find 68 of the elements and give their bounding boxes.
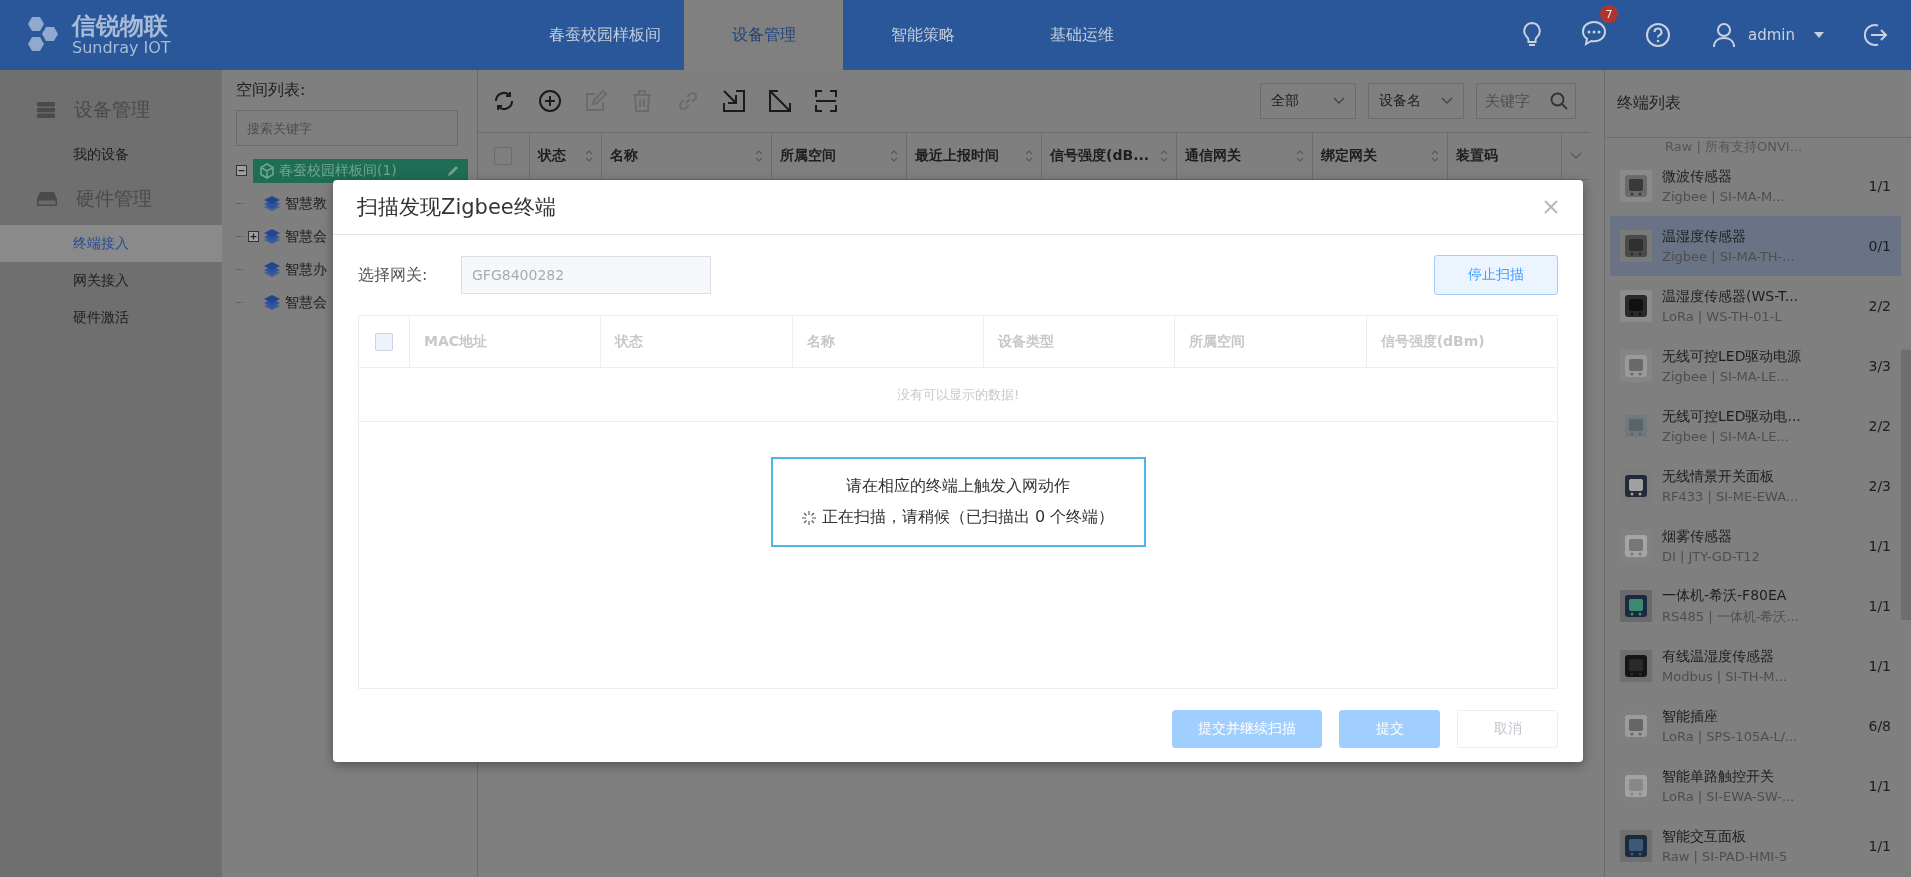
export-icon[interactable] — [768, 89, 792, 113]
stop-scan-button[interactable]: 停止扫描 — [1434, 255, 1558, 295]
drive-icon — [36, 190, 58, 208]
column-header[interactable]: 通信网关 — [1184, 147, 1241, 165]
scan-hint: 请在相应的终端上触发入网动作 — [846, 476, 1070, 497]
sort-icon[interactable] — [889, 150, 898, 162]
column-header[interactable]: 装置码 — [1455, 147, 1498, 165]
layers-icon — [263, 293, 281, 312]
tree-node[interactable]: 春蚕校园样板间(1) — [253, 158, 468, 183]
filter-dropdown[interactable]: 设备名 — [1368, 83, 1464, 119]
user-icon[interactable] — [1712, 21, 1736, 49]
sort-icon[interactable] — [585, 150, 594, 162]
sort-icon[interactable] — [1296, 150, 1305, 162]
server-icon — [36, 101, 56, 119]
gateway-label: 选择网关: — [358, 264, 429, 286]
refresh-icon[interactable] — [492, 89, 516, 113]
column-header[interactable]: 绑定网关 — [1321, 147, 1378, 165]
column-header[interactable]: 状态 — [538, 147, 566, 165]
chevron-down-icon — [1441, 97, 1453, 105]
message-count-badge: 7 — [1600, 5, 1618, 23]
dialog-title: 扫描发现Zigbee终端 — [357, 194, 556, 221]
sort-icon[interactable] — [1159, 150, 1168, 162]
lightbulb-icon[interactable] — [1520, 21, 1544, 49]
tree-node[interactable]: 智慧会 — [285, 227, 327, 246]
column-header[interactable]: 名称 — [610, 147, 639, 165]
edit-icon[interactable] — [446, 163, 460, 178]
sidebar-item[interactable]: 硬件激活 — [0, 299, 222, 336]
logout-icon[interactable] — [1861, 21, 1889, 49]
scan-icon[interactable] — [814, 89, 838, 113]
space-list-title: 空间列表: — [236, 80, 307, 101]
import-icon[interactable] — [722, 89, 746, 113]
column-header[interactable]: 信号强度(dB... — [1050, 147, 1150, 165]
column-header[interactable]: 最近上报时间 — [914, 147, 999, 165]
sort-icon[interactable] — [754, 150, 763, 162]
logo-name: 信锐物联 — [72, 13, 169, 40]
sort-icon[interactable] — [1430, 150, 1439, 162]
tree-node[interactable]: 智慧办 — [285, 260, 327, 279]
layers-icon — [263, 194, 281, 213]
chevron-down-icon[interactable] — [1570, 152, 1582, 160]
tree-node[interactable]: 智慧会 — [285, 293, 327, 312]
sidebar-item[interactable]: 我的设备 — [0, 136, 222, 173]
sidebar-item[interactable]: 网关接入 — [0, 262, 222, 299]
layers-icon — [263, 260, 281, 279]
collapse-toggle-icon[interactable] — [236, 165, 247, 176]
nav-tab[interactable]: 基础运维 — [1002, 0, 1161, 70]
nav-tab[interactable]: 设备管理 — [684, 0, 843, 70]
sidebar-item[interactable]: 终端接入 — [0, 225, 222, 262]
scan-status: 正在扫描，请稍候（已扫描出 0 个终端） — [821, 507, 1115, 528]
logo-subtitle: Sundray IOT — [72, 39, 171, 57]
caret-icon[interactable] — [1813, 31, 1825, 39]
column-header[interactable]: 所属空间 — [779, 147, 836, 165]
sort-icon[interactable] — [1025, 150, 1034, 162]
tree-node[interactable]: 智慧教 — [285, 194, 327, 213]
panel-title: 终端列表 — [1617, 93, 1681, 114]
user-name[interactable]: admin — [1748, 26, 1795, 44]
add-icon[interactable] — [538, 89, 562, 113]
nav-tab[interactable]: 春蚕校园样板间 — [525, 0, 684, 70]
expand-toggle-icon[interactable] — [248, 231, 259, 242]
filter-dropdown[interactable]: 全部 — [1260, 83, 1356, 119]
spinner-icon — [801, 510, 816, 525]
nav-tab[interactable]: 智能策略 — [843, 0, 1002, 70]
layers-icon — [263, 227, 281, 246]
close-icon[interactable] — [1543, 199, 1559, 215]
chevron-down-icon — [1333, 97, 1345, 105]
cube-icon — [259, 162, 275, 179]
search-icon[interactable] — [1550, 92, 1568, 110]
help-icon[interactable] — [1644, 21, 1672, 49]
chat-icon[interactable] — [1580, 19, 1608, 47]
